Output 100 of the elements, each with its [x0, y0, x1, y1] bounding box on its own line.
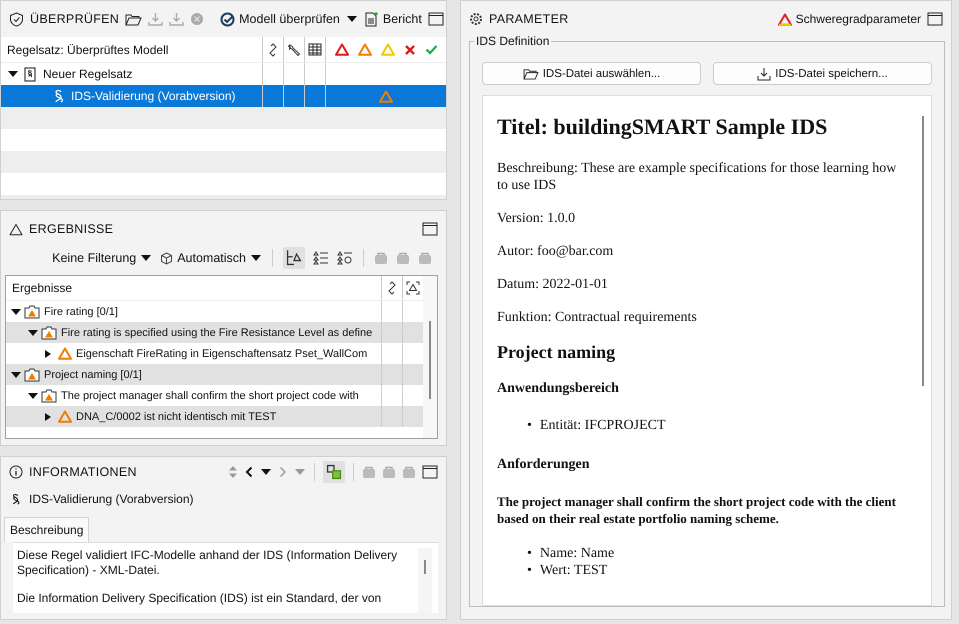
expander-arrow-icon[interactable]	[10, 308, 20, 316]
cube-icon	[160, 252, 174, 264]
result-label: The project manager shall confirm the short project code with	[61, 390, 359, 402]
scrollbar-thumb[interactable]	[429, 321, 431, 399]
shield-check-icon	[9, 12, 24, 26]
maximize-icon[interactable]	[428, 12, 444, 26]
maximize-icon[interactable]	[927, 12, 943, 26]
bullet: •	[527, 417, 532, 434]
expander-arrow-icon[interactable]	[10, 370, 20, 378]
result-row[interactable]: Project naming [0/1]	[6, 364, 423, 385]
info-icon	[9, 465, 23, 479]
triangle-icon	[9, 222, 23, 236]
report-button[interactable]: Bericht	[364, 11, 422, 27]
description-paragraph: Die Information Delivery Specification (IDS) ist ein Standard, der von	[17, 591, 382, 606]
bullet: •	[527, 545, 532, 562]
tree-row-label: IDS-Validierung (Vorabversion)	[71, 89, 236, 103]
open-file-button[interactable]: IDS-Datei auswählen...	[482, 62, 701, 85]
group-title: IDS Definition	[474, 34, 552, 48]
list-item: Name: Name	[540, 545, 614, 562]
expander-arrow-icon[interactable]	[10, 370, 22, 378]
cubes-icon[interactable]	[323, 461, 345, 483]
panel-title: ÜBERPRÜFEN	[30, 12, 120, 26]
scrollbar-thumb[interactable]	[424, 560, 426, 574]
document-paragraph: Version: 1.0.0	[497, 210, 576, 227]
requirement-text: The project manager shall confirm the short project code with the client based on their real estate portfolio naming scheme.	[497, 493, 897, 527]
expander-arrow-icon[interactable]	[27, 392, 39, 400]
result-label: Fire rating is specified using the Fire Resistance Level as define	[61, 326, 372, 338]
warning-triangle-icon	[334, 43, 348, 56]
mode-dropdown[interactable]: Automatisch	[160, 251, 262, 265]
expander-arrow-icon[interactable]	[10, 308, 22, 316]
paragraph-icon	[11, 492, 21, 506]
download-icon	[757, 66, 772, 80]
result-label: Fire rating [0/1]	[44, 306, 118, 318]
paragraph-icon	[53, 88, 65, 104]
document-paragraph: Beschreibung: These are example specifications for those learning how to use IDS	[497, 160, 898, 194]
panel-title: INFORMATIONEN	[29, 465, 137, 479]
cross-icon	[404, 44, 416, 56]
panel-title: PARAMETER	[489, 12, 569, 26]
save-file-button[interactable]: IDS-Datei speichern...	[713, 62, 932, 85]
rule-name: IDS-Validierung (Vorabversion)	[29, 492, 194, 506]
tree-row[interactable]: IDS-Validierung (Vorabversion)	[1, 85, 446, 107]
dropdown-caret-icon[interactable]	[346, 15, 358, 23]
expander-arrow-icon[interactable]	[27, 328, 39, 336]
result-row[interactable]: DNA_C/0002 ist nicht identisch mit TEST	[6, 406, 423, 427]
list-icon[interactable]	[313, 251, 329, 265]
expander-arrow-icon[interactable]	[27, 328, 37, 336]
column-header: Regelsatz: Überprüftes Modell	[7, 42, 168, 56]
warning-triangle-icon	[58, 347, 72, 360]
severity-parameters-button[interactable]: Schweregradparameter	[778, 12, 921, 26]
maximize-icon[interactable]	[422, 465, 438, 479]
checkmark-icon	[424, 44, 438, 55]
warning-triangle-icon	[380, 43, 394, 56]
filter-dropdown[interactable]: Keine Filterung	[52, 251, 152, 265]
focus-icon	[406, 281, 420, 295]
warning-folder-icon	[41, 326, 57, 340]
description-paragraph: Diese Regel validiert IFC-Modelle anhand der IDS (Information Delivery Specification) - XML-Datei.	[17, 548, 398, 578]
expander-arrow-icon[interactable]	[27, 392, 37, 400]
folder-icon[interactable]	[125, 12, 142, 26]
result-label: DNA_C/0002 ist nicht identisch mit TEST	[76, 410, 276, 422]
tree-row-label: Neuer Regelsatz	[43, 67, 132, 81]
warning-folder-icon	[41, 388, 57, 402]
maximize-icon[interactable]	[422, 222, 438, 236]
section-heading: Project naming	[497, 342, 616, 362]
list-item: Wert: TEST	[540, 562, 608, 579]
up-down-icon[interactable]	[228, 465, 238, 479]
document-title: Titel: buildingSMART Sample IDS	[497, 114, 828, 140]
subsection-heading: Anwendungsbereich	[497, 380, 620, 397]
warning-triangle-icon	[778, 12, 792, 26]
caret-icon[interactable]	[250, 254, 262, 262]
gear-icon	[469, 12, 483, 26]
expander-arrow-icon[interactable]	[7, 70, 19, 78]
table-icon	[308, 43, 322, 56]
document-paragraph: Funktion: Contractual requirements	[497, 309, 698, 326]
result-label: Eigenschaft FireRating in Eigenschaftensatz Pset_WallCom	[76, 348, 368, 360]
expander-arrow-icon[interactable]	[7, 70, 17, 78]
warning-triangle-icon	[58, 410, 72, 423]
check-circle-icon	[220, 12, 236, 26]
hierarchy-icon[interactable]	[283, 247, 305, 269]
list-settings-icon[interactable]	[337, 251, 353, 265]
rulebook-icon	[23, 66, 37, 82]
warning-folder-icon	[24, 304, 40, 318]
result-row[interactable]: Fire rating is specified using the Fire Resistance Level as define	[6, 322, 423, 343]
list-item: Entität: IFCPROJECT	[540, 417, 666, 434]
check-model-button[interactable]: Modell überprüfen	[220, 12, 340, 26]
tab[interactable]: Beschreibung	[4, 517, 90, 542]
document-paragraph: Autor: foo@bar.com	[497, 243, 614, 260]
dropdown-caret-icon[interactable]	[260, 468, 272, 476]
result-label: Project naming [0/1]	[44, 368, 142, 380]
column-header: Ergebnisse	[12, 281, 72, 295]
subsection-heading: Anforderungen	[497, 456, 591, 473]
document-paragraph: Datum: 2022-01-01	[497, 276, 609, 293]
warning-triangle-icon	[379, 90, 393, 102]
document-plus-icon	[364, 11, 379, 27]
bullet: •	[527, 562, 532, 579]
caret-icon[interactable]	[140, 254, 152, 262]
warning-folder-icon	[24, 368, 40, 382]
warning-triangle-icon	[358, 43, 372, 56]
scrollbar-thumb[interactable]	[922, 116, 924, 386]
folder-icon	[522, 68, 539, 80]
panel-title: ERGEBNISSE	[29, 222, 114, 236]
